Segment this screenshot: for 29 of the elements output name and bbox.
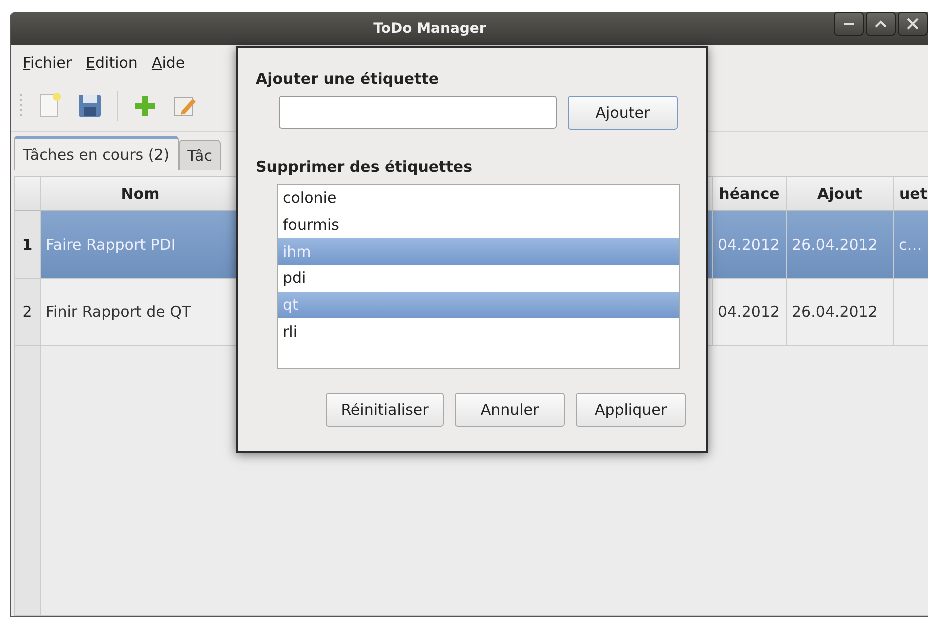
- close-icon: [907, 18, 919, 30]
- row-number: 2: [15, 279, 41, 346]
- menu-item[interactable]: Aide: [152, 54, 186, 72]
- menu-item[interactable]: Edition: [86, 54, 138, 72]
- tab[interactable]: Tâches en cours (2): [14, 136, 179, 170]
- table-cell: 04.2012: [713, 279, 787, 346]
- column-header[interactable]: uet: [894, 177, 928, 211]
- table-cell: 26.04.2012: [787, 279, 894, 346]
- table-cell: 26.04.2012: [787, 211, 894, 279]
- close-button[interactable]: [898, 12, 928, 36]
- tab[interactable]: Tâc: [178, 140, 222, 170]
- dialog-button[interactable]: Réinitialiser: [326, 393, 444, 427]
- row-number: 1: [15, 211, 41, 279]
- column-header[interactable]: héance: [713, 177, 787, 211]
- caret-up-icon: [875, 18, 887, 30]
- dialog-button[interactable]: Annuler: [455, 393, 565, 427]
- add-button[interactable]: Ajouter: [568, 96, 678, 130]
- menu-item[interactable]: Fichier: [23, 54, 72, 72]
- maximize-button[interactable]: [866, 12, 896, 36]
- table-cell: c…: [894, 211, 928, 279]
- table-cell: 04.2012: [713, 211, 787, 279]
- minimize-button[interactable]: [834, 12, 864, 36]
- save-icon[interactable]: [77, 92, 103, 120]
- window-title: ToDo Manager: [374, 20, 486, 36]
- dialog-button[interactable]: Appliquer: [576, 393, 686, 427]
- section-heading: Supprimer des étiquettes: [256, 158, 474, 176]
- tag-input-field[interactable]: [279, 96, 557, 129]
- column-header[interactable]: Ajout: [787, 177, 894, 211]
- section-heading: Ajouter une étiquette: [256, 70, 440, 88]
